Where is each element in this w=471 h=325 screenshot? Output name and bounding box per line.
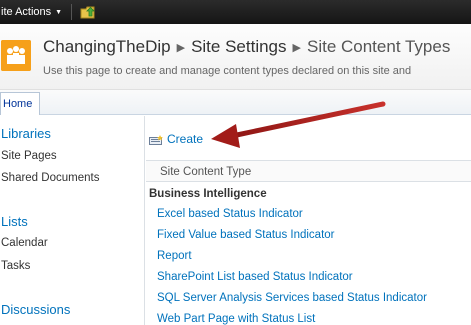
list-item[interactable]: SQL Server Analysis Services based Statu… (157, 292, 427, 304)
tab-home[interactable]: Home (0, 92, 40, 115)
page-description: Use this page to create and manage conte… (43, 65, 412, 77)
chevron-down-icon: ▼ (55, 9, 63, 16)
list-item[interactable]: Report (157, 250, 192, 262)
top-nav: Home (0, 90, 471, 115)
quick-launch: Libraries Site Pages Shared Documents Li… (0, 116, 145, 325)
page-title: Site Content Types (306, 37, 451, 56)
create-content-type-link[interactable]: Create (149, 132, 203, 146)
list-item[interactable]: Web Part Page with Status List (157, 313, 315, 325)
ql-item-shared-documents[interactable]: Shared Documents (1, 172, 99, 184)
ql-item-site-pages[interactable]: Site Pages (1, 150, 57, 162)
create-label: Create (167, 132, 204, 146)
title-area: ChangingTheDip ▶ Site Settings ▶ Site Co… (0, 24, 471, 90)
column-header-site-content-type[interactable]: Site Content Type (146, 160, 471, 182)
ql-item-calendar[interactable]: Calendar (1, 237, 48, 249)
breadcrumb-arrow-icon: ▶ (292, 41, 301, 54)
breadcrumb-site[interactable]: ChangingTheDip (43, 37, 171, 57)
site-logo-icon[interactable] (1, 40, 31, 71)
site-actions-menu[interactable]: ite Actions ▼ (1, 6, 62, 18)
site-actions-label: ite Actions (1, 6, 52, 18)
group-title: Business Intelligence (149, 188, 267, 200)
ql-item-tasks[interactable]: Tasks (1, 260, 30, 272)
ql-heading-lists[interactable]: Lists (1, 214, 28, 229)
navigate-up-icon[interactable] (80, 5, 96, 19)
ribbon-bar: ite Actions ▼ (0, 0, 471, 24)
new-item-icon (149, 134, 163, 145)
list-item[interactable]: SharePoint List based Status Indicator (157, 271, 353, 283)
breadcrumb-site-settings[interactable]: Site Settings (191, 37, 286, 57)
ql-heading-discussions[interactable]: Discussions (1, 302, 70, 317)
main-content: Create Site Content Type Business Intell… (146, 116, 471, 325)
ribbon-divider (71, 4, 73, 20)
breadcrumb: ChangingTheDip ▶ Site Settings ▶ Site Co… (43, 37, 450, 57)
list-item[interactable]: Excel based Status Indicator (157, 208, 303, 220)
list-item[interactable]: Fixed Value based Status Indicator (157, 229, 335, 241)
ql-heading-libraries[interactable]: Libraries (1, 126, 51, 141)
breadcrumb-arrow-icon: ▶ (176, 41, 186, 54)
